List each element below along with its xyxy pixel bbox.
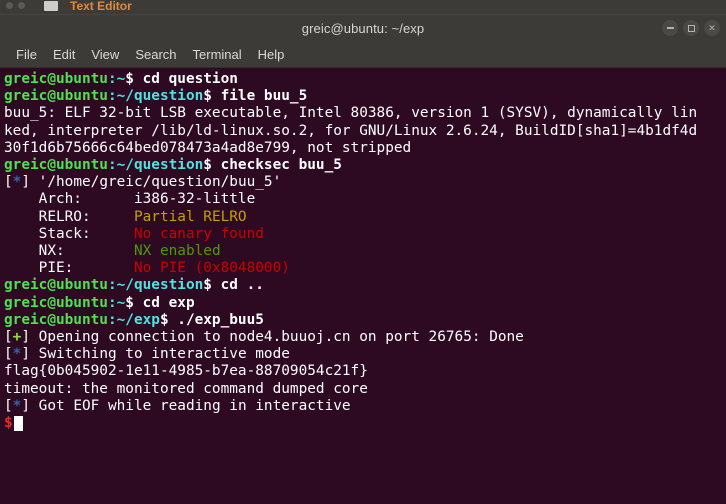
prompt-user-host: greic@ubuntu xyxy=(4,157,108,174)
terminal-line: [+] Opening connection to node4.buuoj.cn… xyxy=(4,329,722,346)
prompt-user-host: greic@ubuntu xyxy=(4,294,108,311)
terminal-line: RELRO: Partial RELRO xyxy=(4,209,722,226)
terminal-line: greic@ubuntu:~/exp$ ./exp_buu5 xyxy=(4,312,722,329)
interactive-mode-text: ] Switching to interactive mode xyxy=(21,346,290,363)
terminal-line: PIE: No PIE (0x8048000) xyxy=(4,260,722,277)
command-text: $ cd question xyxy=(125,71,238,87)
bracket-open: [ xyxy=(4,174,13,191)
menu-item-help[interactable]: Help xyxy=(250,45,293,64)
checksec-path: ] '/home/greic/question/buu_5' xyxy=(21,174,282,191)
bracket-open: [ xyxy=(4,346,13,363)
menu-item-search[interactable]: Search xyxy=(127,45,184,64)
command-text: $ ./exp_buu5 xyxy=(159,311,264,328)
command-text: $ file buu_5 xyxy=(203,88,308,105)
maximize-button[interactable] xyxy=(683,20,699,36)
menu-item-file[interactable]: File xyxy=(8,45,45,64)
timeout-message: timeout: the monitored command dumped co… xyxy=(4,380,368,397)
terminal-line: $ xyxy=(4,415,722,432)
minimize-button[interactable] xyxy=(662,20,678,36)
connection-status-text: ] Opening connection to node4.buuoj.cn o… xyxy=(21,329,524,346)
prompt-user-host: greic@ubuntu xyxy=(4,311,108,328)
prompt-path: :~ xyxy=(107,294,126,311)
prompt-path: :~ xyxy=(107,71,126,87)
window-titlebar: greic@ubuntu: ~/exp ✕ xyxy=(0,14,726,41)
checksec-label-nx: NX: xyxy=(4,243,134,260)
terminal-line: 30f1d6b75666c64bed078473a4ad8e799, not s… xyxy=(4,139,412,156)
window-title: greic@ubuntu: ~/exp xyxy=(301,20,425,36)
terminal-line: [*] Switching to interactive mode xyxy=(4,346,722,363)
checksec-label-relro: RELRO: xyxy=(4,208,134,225)
terminal-line: greic@ubuntu:~$ cd exp xyxy=(4,295,722,312)
flag-output: flag{0b045902-1e11-4985-b7ea-88709054c21… xyxy=(4,363,368,380)
prompt-path: :~/question xyxy=(107,88,204,105)
background-window-titlebar-strip: Text Editor xyxy=(0,0,726,14)
terminal-line: Arch: i386-32-little xyxy=(4,191,722,208)
terminal-cursor[interactable] xyxy=(13,416,23,432)
checksec-value-arch: i386-32-little xyxy=(133,191,256,208)
checksec-label-arch: Arch: xyxy=(4,191,134,208)
command-text: $ cd exp xyxy=(125,294,195,311)
terminal-line: ked, interpreter /lib/ld-linux.so.2, for… xyxy=(4,122,698,139)
terminal-output-area[interactable]: greic@ubuntu:~$ cd question greic@ubuntu… xyxy=(0,68,726,504)
terminal-line: greic@ubuntu:~/question$ file buu_5 xyxy=(4,88,722,105)
background-window-icon xyxy=(44,1,58,11)
terminal-line: Stack: No canary found xyxy=(4,226,722,243)
terminal-line: greic@ubuntu:~$ cd question xyxy=(4,71,722,88)
terminal-line: NX: NX enabled xyxy=(4,243,722,260)
checksec-value-nx: NX enabled xyxy=(133,243,221,260)
checksec-value-stack: No canary found xyxy=(133,225,264,242)
terminal-line: buu_5: ELF 32-bit LSB executable, Intel … xyxy=(4,105,698,122)
prompt-user-host: greic@ubuntu xyxy=(4,71,108,87)
command-text: $ cd .. xyxy=(203,277,264,294)
terminal-line: greic@ubuntu:~/question$ checksec buu_5 xyxy=(4,157,722,174)
prompt-user-host: greic@ubuntu xyxy=(4,88,108,105)
close-button[interactable]: ✕ xyxy=(704,20,720,36)
bracket-open: [ xyxy=(4,397,13,414)
terminal-line: greic@ubuntu:~/question$ cd .. xyxy=(4,277,722,294)
eof-message: ] Got EOF while reading in interactive xyxy=(21,397,351,414)
menu-item-edit[interactable]: Edit xyxy=(45,45,83,64)
menu-item-terminal[interactable]: Terminal xyxy=(185,45,250,64)
window-controls: ✕ xyxy=(662,15,720,41)
background-window-title: Text Editor xyxy=(70,0,132,13)
prompt-user-host: greic@ubuntu xyxy=(4,277,108,294)
bracket-open: [ xyxy=(4,329,13,346)
command-text: $ checksec buu_5 xyxy=(203,157,342,174)
background-window-dot-1 xyxy=(6,2,13,9)
prompt-path: :~/question xyxy=(107,277,204,294)
prompt-path: :~/question xyxy=(107,157,204,174)
terminal-line: [*] '/home/greic/question/buu_5' xyxy=(4,174,722,191)
prompt-path: :~/exp xyxy=(107,311,160,328)
checksec-value-relro: Partial RELRO xyxy=(133,208,247,225)
checksec-value-pie: No PIE (0x8048000) xyxy=(133,260,290,277)
remote-shell-prompt: $ xyxy=(4,415,13,432)
checksec-label-pie: PIE: xyxy=(4,260,134,277)
checksec-label-stack: Stack: xyxy=(4,225,134,242)
background-window-dot-2 xyxy=(18,2,25,9)
menubar: File Edit View Search Terminal Help xyxy=(0,41,726,68)
menu-item-view[interactable]: View xyxy=(83,45,127,64)
terminal-line: [*] Got EOF while reading in interactive xyxy=(4,398,722,415)
